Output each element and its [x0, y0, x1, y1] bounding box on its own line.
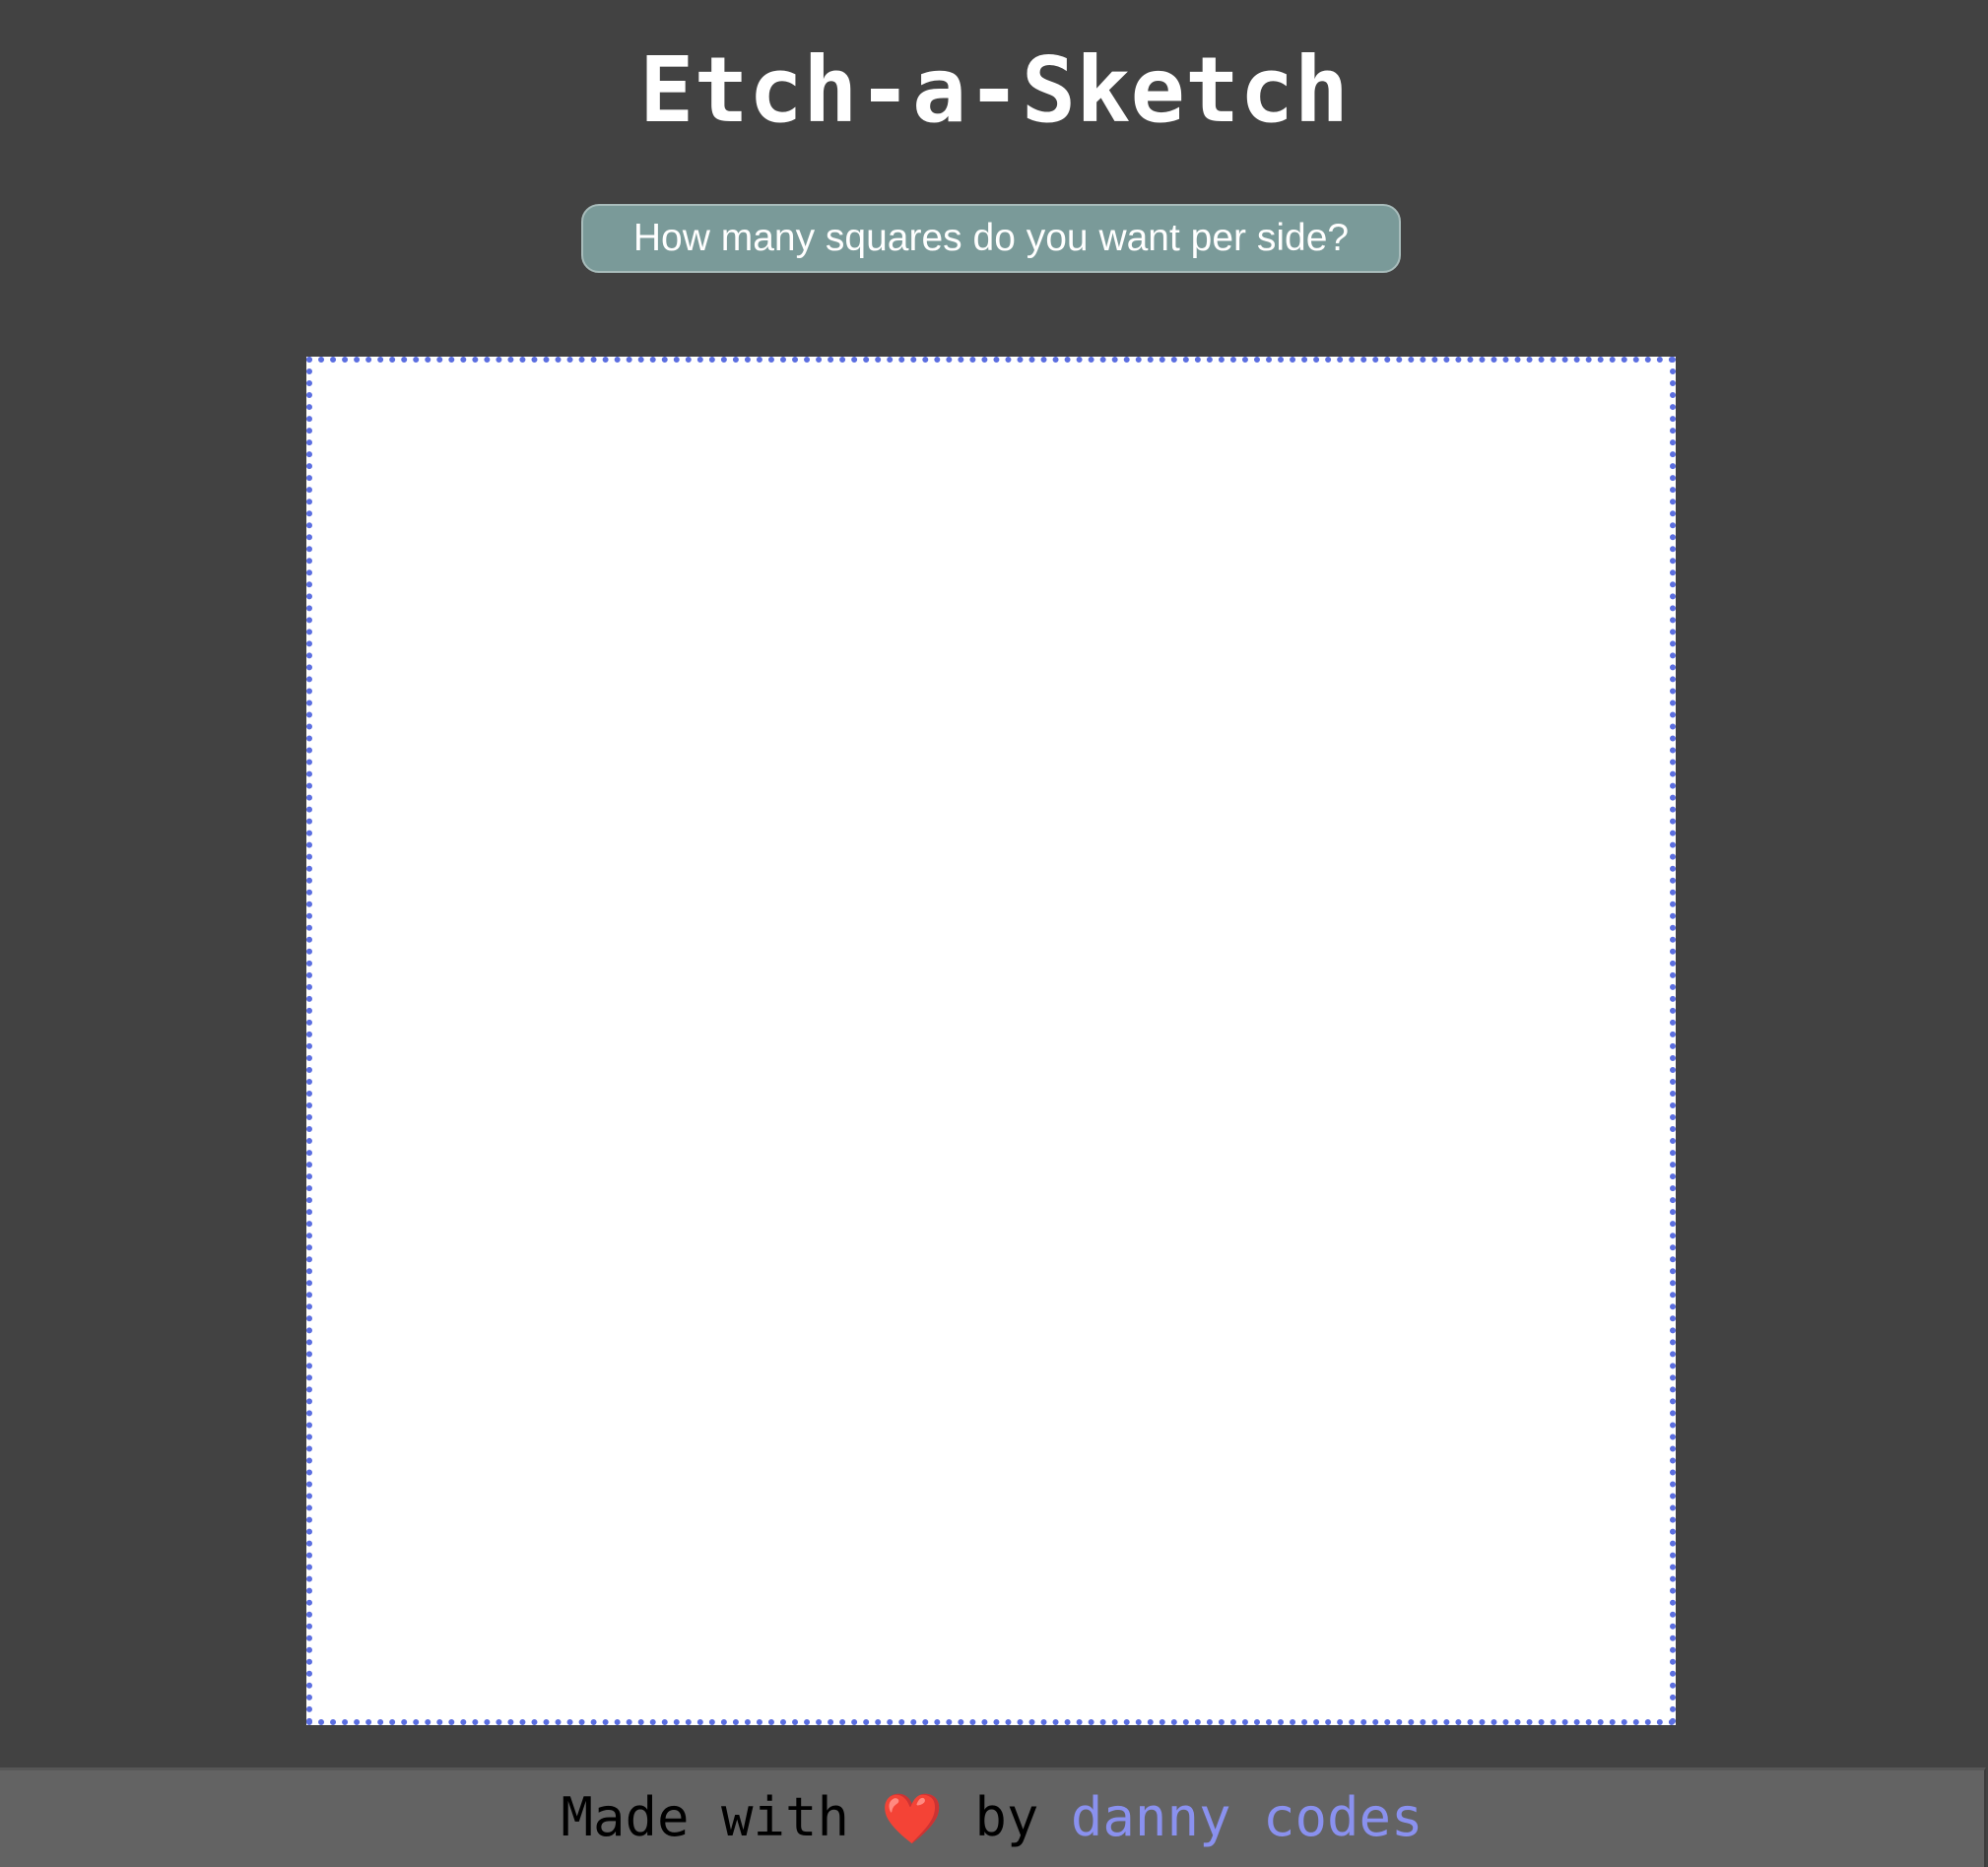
sketch-grid[interactable]	[306, 357, 1676, 1725]
footer: Made with ❤️ by danny codes	[0, 1767, 1986, 1867]
heart-icon: ❤️	[881, 1790, 943, 1847]
footer-made-with: Made with	[561, 1786, 850, 1848]
grid-size-button[interactable]: How many squares do you want per side?	[581, 204, 1401, 273]
app-page: Etch-a-Sketch How many squares do you wa…	[0, 0, 1988, 1867]
author-link[interactable]: danny codes	[1071, 1786, 1424, 1848]
page-title: Etch-a-Sketch	[638, 37, 1350, 143]
footer-by: by	[974, 1786, 1039, 1848]
